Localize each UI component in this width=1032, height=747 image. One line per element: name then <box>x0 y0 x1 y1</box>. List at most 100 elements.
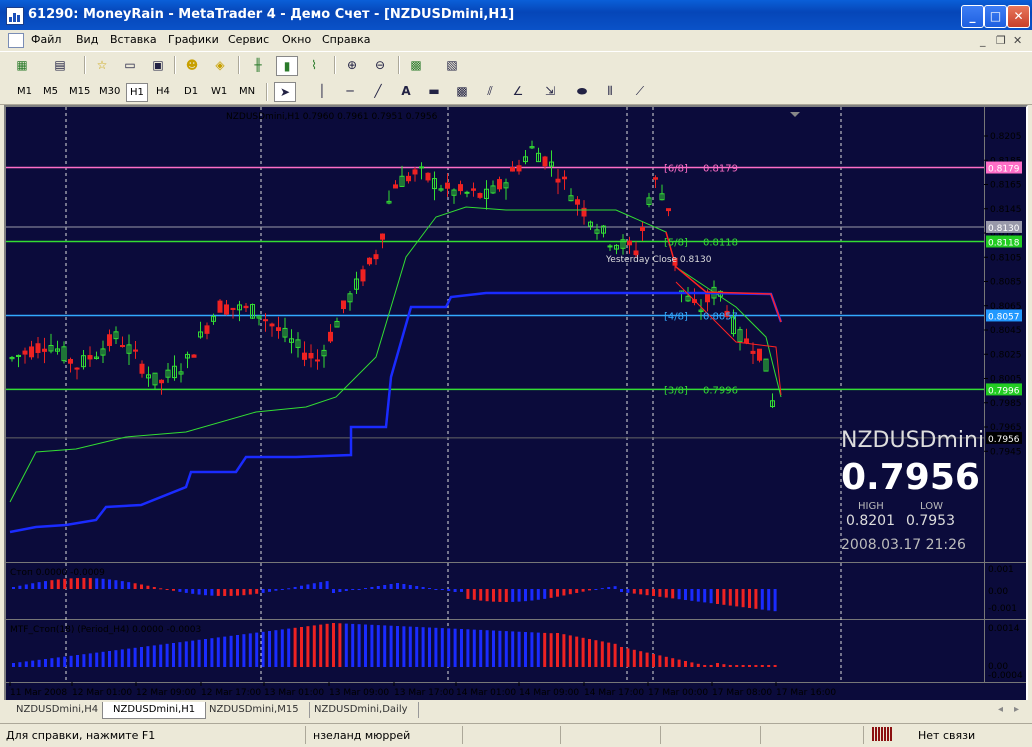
low-label: LOW <box>920 501 943 512</box>
histogram-bar <box>485 630 489 667</box>
line-chart-icon[interactable]: ⌇ <box>304 56 324 74</box>
data-window-icon[interactable]: ▭ <box>120 56 140 74</box>
menu-help[interactable]: Справка <box>322 33 370 46</box>
time-label: 12 Mar 09:00 <box>136 688 196 698</box>
red-stop-line <box>675 281 782 396</box>
vertical-line-icon[interactable]: │ <box>312 82 332 100</box>
angle-icon[interactable]: ∠ <box>508 82 528 100</box>
mdi-restore-button[interactable]: ❐ <box>996 34 1006 47</box>
tab-scroll-right-icon[interactable]: ▸ <box>1014 704 1019 715</box>
tab-nzdusd-daily[interactable]: NZDUSDmini,Daily <box>304 702 419 718</box>
histogram-bar <box>293 627 297 667</box>
navigator-icon[interactable]: ▣ <box>148 56 168 74</box>
cursor-icon[interactable]: ➤ <box>274 82 296 102</box>
time-label: 14 Mar 09:00 <box>519 688 579 698</box>
minimize-button[interactable]: _ <box>961 5 984 28</box>
tab-scroll-left-icon[interactable]: ◂ <box>998 704 1003 715</box>
price-label: 0.8105 <box>990 253 1022 263</box>
green-trailing-line <box>9 206 782 503</box>
histogram-bar <box>293 586 297 589</box>
cycle-lines-icon[interactable]: ⦀ <box>600 82 620 100</box>
histogram-bar <box>364 588 367 589</box>
candle-body <box>373 254 379 260</box>
zoom-in-icon[interactable]: ⊕ <box>342 56 362 74</box>
histogram-bar <box>178 642 182 667</box>
new-chart-icon[interactable]: ▦ <box>12 56 32 74</box>
market-watch-icon[interactable]: ☆ <box>92 56 112 74</box>
candle-body <box>341 300 346 310</box>
menu-file[interactable]: Файл <box>31 33 61 46</box>
tf-m5[interactable]: M5 <box>40 83 61 100</box>
shift-marker-icon[interactable] <box>790 112 800 117</box>
regression-icon[interactable]: ⟋ <box>630 82 650 100</box>
yesterday-close-label: Yesterday Close 0.8130 <box>605 255 712 265</box>
ellipse-icon[interactable]: ⬬ <box>572 82 592 100</box>
expert-advisors-icon[interactable]: ☻ <box>182 56 202 74</box>
menu-window[interactable]: Окно <box>282 33 311 46</box>
histogram-bar <box>287 588 291 590</box>
histogram-bar <box>767 589 771 611</box>
time-label: 13 Mar 17:00 <box>394 688 454 698</box>
histogram-bar <box>261 631 265 667</box>
time-label: 11 Mar 2008 <box>10 688 67 698</box>
menu-charts[interactable]: Графики <box>168 33 219 46</box>
tf-h4[interactable]: H4 <box>153 83 173 100</box>
candlestick-chart-icon[interactable]: ▮ <box>276 56 298 76</box>
tab-nzdusd-h1[interactable]: NZDUSDmini,H1 <box>102 702 207 719</box>
histogram-bar <box>101 578 105 589</box>
tf-h1[interactable]: H1 <box>126 83 148 102</box>
horizontal-line-icon[interactable]: ─ <box>340 82 360 100</box>
histogram-bar <box>613 643 617 667</box>
histogram-bar <box>773 589 777 612</box>
histogram-bar <box>197 639 201 667</box>
indicator-2-label: MTF_Стоп(18) (Period_H4) 0.0000 -0.0003 <box>10 625 201 635</box>
menu-tools[interactable]: Сервис <box>228 33 269 46</box>
tab-nzdusd-m15[interactable]: NZDUSDmini,M15 <box>199 702 310 718</box>
histogram-bar <box>300 627 303 667</box>
tf-m1[interactable]: M1 <box>14 83 35 100</box>
arrows-icon[interactable]: ⇲ <box>540 82 560 100</box>
zoom-out-icon[interactable]: ⊖ <box>370 56 390 74</box>
menu-view[interactable]: Вид <box>76 33 98 46</box>
text-label-icon[interactable]: ▬ <box>424 82 444 100</box>
histogram-bar <box>492 630 495 667</box>
histogram-bar <box>261 589 265 593</box>
gann-fan-icon[interactable]: ⫽ <box>480 82 500 100</box>
histogram-bar <box>748 665 751 667</box>
tab-nzdusd-h4[interactable]: NZDUSDmini,H4 <box>6 702 110 718</box>
tf-m30[interactable]: M30 <box>96 83 123 100</box>
tf-m15[interactable]: M15 <box>66 83 93 100</box>
histogram-bar <box>600 588 604 590</box>
autotrading-icon[interactable]: ◈ <box>210 56 230 74</box>
text-icon[interactable]: A <box>396 82 416 100</box>
mdi-minimize-button[interactable]: _ <box>980 34 986 47</box>
maximize-button[interactable]: □ <box>984 5 1007 28</box>
periods-icon[interactable]: ▧ <box>442 56 462 74</box>
tf-mn[interactable]: MN <box>236 83 258 100</box>
indicators-icon[interactable]: ▩ <box>406 56 426 74</box>
histogram-bar <box>223 636 227 667</box>
histogram-bar <box>370 624 374 667</box>
histogram-bar <box>773 665 777 667</box>
histogram-bar <box>652 654 655 667</box>
price-chart[interactable]: 0.82050.81850.81650.81450.81250.81050.80… <box>6 107 1026 701</box>
histogram-bar <box>728 589 732 606</box>
mdi-close-button[interactable]: ✕ <box>1013 34 1022 47</box>
menu-insert[interactable]: Вставка <box>110 33 157 46</box>
histogram-bar <box>370 587 374 589</box>
chart-window[interactable]: 0.8205 0.8185 0.8165 0.8145 0.8125 0.8105 0.80… <box>4 105 1028 703</box>
histogram-bar <box>466 629 470 667</box>
histogram-bar <box>12 663 15 667</box>
level-labels: [6/8] 0.8179 [5/8] 0.8118 [4/8] 0.8057 [3/8] 0.… <box>664 164 738 397</box>
histogram-bar <box>76 655 79 667</box>
tf-w1[interactable]: W1 <box>208 83 230 100</box>
bar-chart-icon[interactable]: ╫ <box>248 56 268 74</box>
histogram-bar <box>325 581 329 589</box>
candle-body <box>510 167 515 172</box>
histogram-bar <box>415 586 419 589</box>
fibonacci-grid-icon[interactable]: ▩ <box>452 82 472 100</box>
tf-d1[interactable]: D1 <box>181 83 201 100</box>
close-button[interactable]: ✕ <box>1007 5 1030 28</box>
profiles-icon[interactable]: ▤ <box>50 56 70 74</box>
trendline-icon[interactable]: ╱ <box>368 82 388 100</box>
